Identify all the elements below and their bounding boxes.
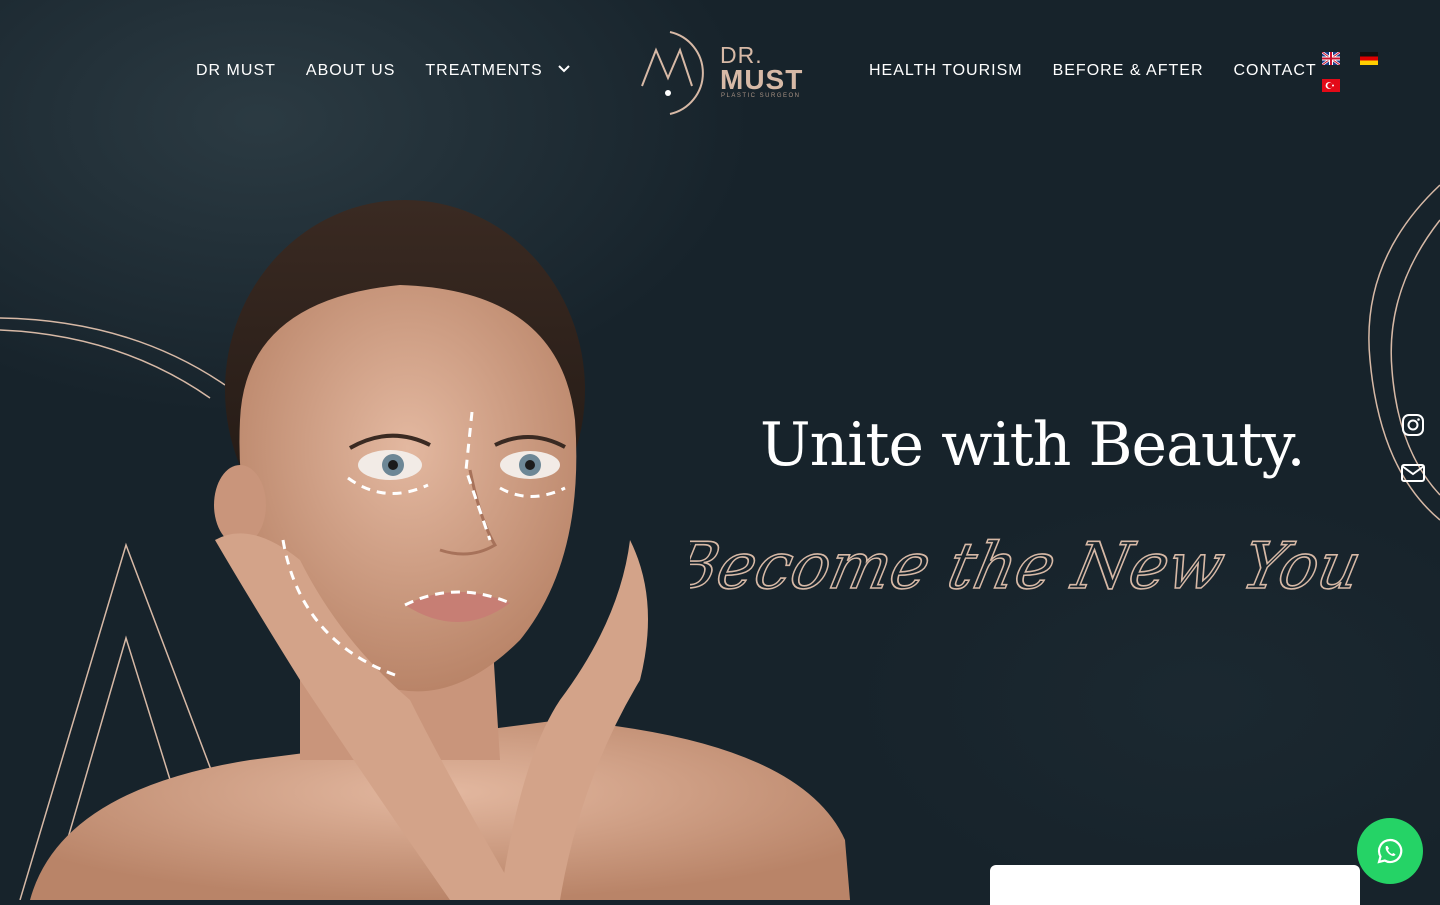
nav-dr-must[interactable]: DR MUST xyxy=(196,60,276,82)
social-rail xyxy=(1400,412,1428,508)
uk-flag-icon[interactable] xyxy=(1322,52,1340,65)
model-portrait xyxy=(30,200,850,900)
nav-treatments[interactable]: TREATMENTS xyxy=(425,60,570,82)
booking-card[interactable] xyxy=(990,865,1360,905)
hero-script-tagline: Become the New You xyxy=(690,529,1360,605)
nav-treatments-label: TREATMENTS xyxy=(425,62,543,79)
turkey-flag-icon[interactable] xyxy=(1322,79,1340,92)
main-nav-right: HEALTH TOURISM BEFORE & AFTER CONTACT xyxy=(869,60,1317,82)
hero-script-text: Become the New You xyxy=(690,530,1360,604)
nav-about-us[interactable]: ABOUT US xyxy=(306,60,396,82)
whatsapp-button[interactable] xyxy=(1357,818,1423,884)
logo-must: MUST xyxy=(720,64,804,95)
main-nav-left: DR MUST ABOUT US TREATMENTS xyxy=(196,60,570,82)
instagram-icon[interactable] xyxy=(1400,412,1426,438)
whatsapp-icon xyxy=(1377,838,1403,864)
logo-monogram-icon xyxy=(641,31,704,115)
nav-contact[interactable]: CONTACT xyxy=(1234,60,1317,82)
mail-icon[interactable] xyxy=(1400,460,1426,486)
logo[interactable]: DR. MUST PLASTIC SURGEON xyxy=(638,28,808,118)
chevron-down-icon xyxy=(558,65,570,73)
germany-flag-icon[interactable] xyxy=(1360,52,1378,65)
language-switcher xyxy=(1322,52,1382,96)
nav-health-tourism[interactable]: HEALTH TOURISM xyxy=(869,60,1023,82)
nav-before-after[interactable]: BEFORE & AFTER xyxy=(1053,60,1204,82)
logo-subtitle: PLASTIC SURGEON xyxy=(721,93,801,99)
